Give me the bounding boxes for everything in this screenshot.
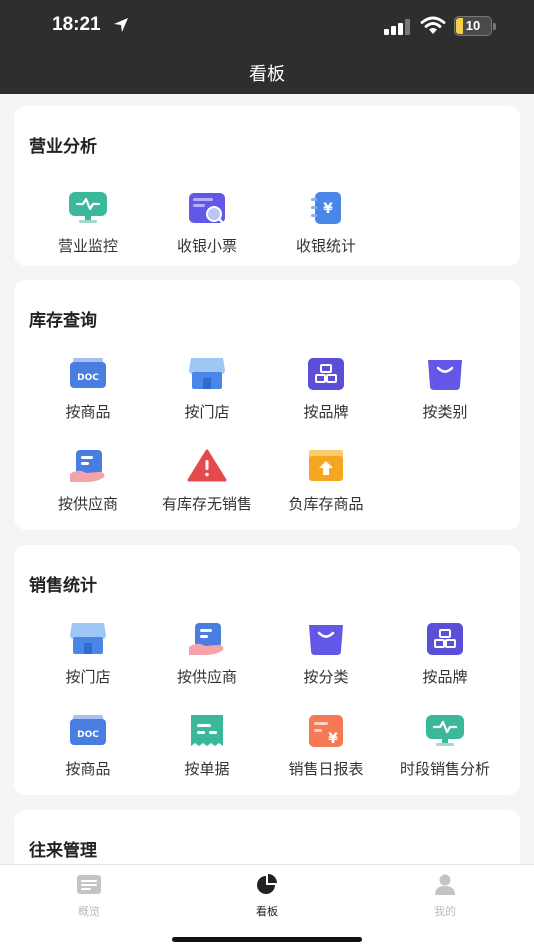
status-time: 18:21 <box>52 14 101 35</box>
item-sales-by-bill[interactable]: 按单据 <box>147 713 267 779</box>
store-icon <box>187 356 227 392</box>
page-title: 看板 <box>249 64 285 85</box>
cellular-signal-icon <box>384 19 410 35</box>
card-business-analysis: 营业分析 营业监控 收银小票 ¥ 收银统计 <box>14 106 520 266</box>
tab-label: 我的 <box>434 905 456 918</box>
item-label: 按供应商 <box>57 495 118 513</box>
item-label: 按供应商 <box>176 668 237 686</box>
doc-icon: DOC <box>68 713 108 749</box>
box-upload-icon <box>306 448 346 484</box>
wifi-icon <box>420 16 446 34</box>
item-label: 负库存商品 <box>288 495 364 513</box>
bag-icon <box>425 356 465 392</box>
item-label: 收银统计 <box>295 237 356 255</box>
item-label: 有库存无销售 <box>161 495 252 513</box>
tab-overview[interactable]: 概览 <box>49 873 129 919</box>
item-label: 按商品 <box>65 760 111 778</box>
location-arrow-icon <box>114 18 128 32</box>
battery-tip <box>493 23 496 30</box>
monitor-icon <box>68 190 108 226</box>
daily-report-icon: ¥ <box>306 713 346 749</box>
status-bar: 18:21 10 <box>0 14 534 40</box>
item-daily-sales-report[interactable]: ¥ 销售日报表 <box>266 713 386 779</box>
section-title: 往来管理 <box>29 841 97 861</box>
store-icon <box>68 621 108 657</box>
section-title: 营业分析 <box>29 137 97 157</box>
section-title: 库存查询 <box>29 311 97 331</box>
item-label: 按品牌 <box>422 668 468 686</box>
item-sales-by-store[interactable]: 按门店 <box>28 621 148 687</box>
header-bar: 18:21 10 看板 <box>0 0 534 94</box>
svg-text:DOC: DOC <box>77 730 99 740</box>
receipt-icon <box>187 190 227 226</box>
item-sales-by-category[interactable]: 按分类 <box>266 621 386 687</box>
svg-text:DOC: DOC <box>77 373 99 383</box>
card-account-management: 往来管理 <box>14 810 520 864</box>
item-sales-by-brand[interactable]: 按品牌 <box>385 621 505 687</box>
tab-mine[interactable]: 我的 <box>405 873 485 919</box>
item-inventory-by-product[interactable]: DOC 按商品 <box>28 356 148 422</box>
item-period-sales-analysis[interactable]: 时段销售分析 <box>385 713 505 779</box>
doc-icon: DOC <box>68 356 108 392</box>
item-label: 按分类 <box>303 668 349 686</box>
item-stock-no-sales[interactable]: 有库存无销售 <box>147 448 267 514</box>
supplier-icon <box>68 448 108 484</box>
section-title: 销售统计 <box>29 576 97 596</box>
item-inventory-by-category[interactable]: 按类别 <box>385 356 505 422</box>
item-label: 按品牌 <box>303 403 349 421</box>
item-label: 按门店 <box>184 403 230 421</box>
svg-text:¥: ¥ <box>323 201 333 217</box>
battery-level: 10 <box>465 18 481 33</box>
monitor-icon <box>425 713 465 749</box>
brand-icon <box>306 356 346 392</box>
item-label: 按门店 <box>65 668 111 686</box>
home-indicator <box>172 937 362 942</box>
item-inventory-by-brand[interactable]: 按品牌 <box>266 356 386 422</box>
item-inventory-by-supplier[interactable]: 按供应商 <box>28 448 148 514</box>
battery-icon: 10 <box>454 16 492 36</box>
dashboard-content[interactable]: 营业分析 营业监控 收银小票 ¥ 收银统计 库存查询 DOC 按商品 按门店 按… <box>0 94 534 864</box>
item-sales-by-supplier[interactable]: 按供应商 <box>147 621 267 687</box>
item-label: 营业监控 <box>57 237 118 255</box>
item-inventory-by-store[interactable]: 按门店 <box>147 356 267 422</box>
cashier-stats-icon: ¥ <box>306 190 346 226</box>
bill-icon <box>187 713 227 749</box>
warning-icon <box>187 448 227 484</box>
brand-icon <box>425 621 465 657</box>
item-label: 收银小票 <box>176 237 237 255</box>
item-label: 按类别 <box>422 403 468 421</box>
item-sales-by-product[interactable]: DOC 按商品 <box>28 713 148 779</box>
svg-text:¥: ¥ <box>328 731 338 747</box>
item-label: 销售日报表 <box>288 760 364 778</box>
tab-label: 概览 <box>78 905 100 918</box>
item-cashier-receipt[interactable]: 收银小票 <box>147 190 267 256</box>
tab-label: 看板 <box>256 905 278 918</box>
user-icon <box>435 874 455 895</box>
item-cashier-stats[interactable]: ¥ 收银统计 <box>266 190 386 256</box>
bag-icon <box>306 621 346 657</box>
supplier-icon <box>187 621 227 657</box>
card-sales-stats: 销售统计 按门店 按供应商 按分类 按品牌 DOC 按商品 按单据 ¥ 销售日报… <box>14 545 520 795</box>
overview-icon <box>77 875 101 894</box>
item-business-monitor[interactable]: 营业监控 <box>28 190 148 256</box>
tab-dashboard[interactable]: 看板 <box>227 873 307 919</box>
card-inventory-query: 库存查询 DOC 按商品 按门店 按品牌 按类别 按供应商 有库存无销售 负库存… <box>14 280 520 530</box>
item-label: 时段销售分析 <box>399 760 490 778</box>
item-negative-stock[interactable]: 负库存商品 <box>266 448 386 514</box>
item-label: 按商品 <box>65 403 111 421</box>
pie-chart-icon <box>257 874 277 894</box>
item-label: 按单据 <box>184 760 230 778</box>
